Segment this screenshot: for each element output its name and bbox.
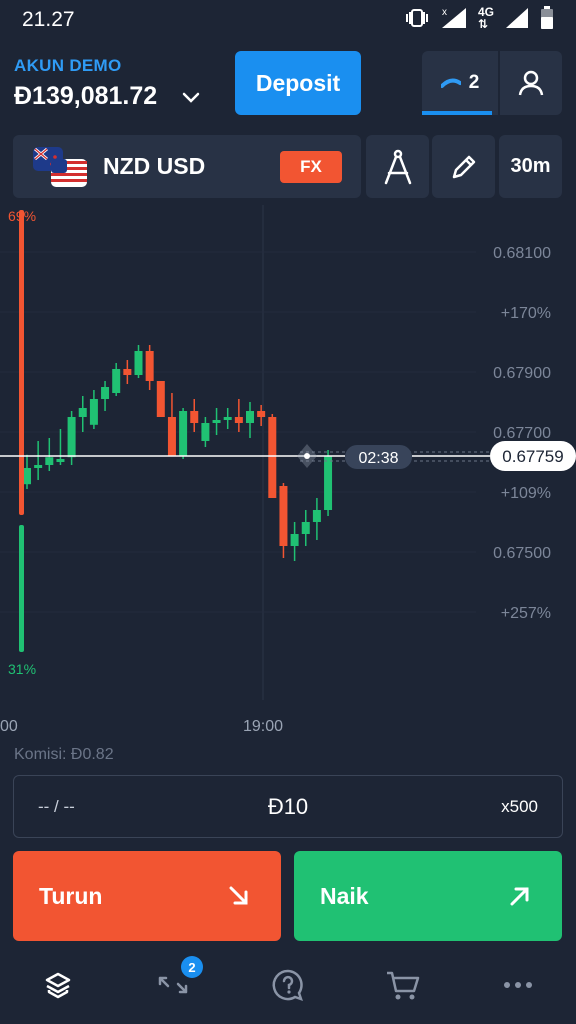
- commission-label: Komisi: Đ0.82: [14, 746, 114, 763]
- battery-icon: [541, 6, 553, 29]
- candle-up: [301, 522, 310, 534]
- arrow-down-right-icon: [229, 886, 248, 905]
- x-axis-label-1: 19:00: [243, 718, 283, 735]
- arrow-up-right-icon: [510, 887, 529, 906]
- trades-icon: [440, 78, 461, 88]
- candle-up: [34, 465, 43, 468]
- current-price-label: 0.67759: [502, 447, 563, 466]
- candle-down: [167, 417, 176, 456]
- y-axis-label: +170%: [501, 305, 551, 322]
- candle-down: [123, 369, 132, 375]
- bottom-navigation: [0, 955, 576, 1024]
- profile-button[interactable]: [500, 51, 562, 115]
- candle-up: [312, 510, 321, 522]
- countdown-label: 02:38: [358, 450, 398, 467]
- compass-icon: [384, 149, 411, 184]
- asset-type-badge: FX: [280, 151, 342, 183]
- sentiment-bar-sell: [19, 210, 24, 515]
- network-type: 4G ⇅: [477, 5, 494, 31]
- investment-amount: Đ10: [267, 794, 309, 819]
- candle-up: [89, 399, 98, 425]
- x-axis-label-0: 00: [0, 718, 18, 735]
- amount-input[interactable]: -- / -- Đ10 x500: [13, 775, 563, 838]
- candle-down: [234, 417, 243, 423]
- nav-help[interactable]: [268, 965, 308, 1005]
- candle-up: [246, 411, 254, 423]
- price-chart[interactable]: 69% 31% 0.68100+170%0.679000.67700+109%0…: [0, 200, 576, 740]
- nav-market[interactable]: [383, 965, 423, 1005]
- candle-down: [156, 381, 165, 417]
- sentiment-buy-percent: 31%: [8, 661, 36, 677]
- currency-flags-icon: [33, 147, 87, 187]
- current-price-dot: [304, 453, 310, 459]
- more-icon: [504, 982, 532, 988]
- candle-up: [212, 420, 221, 423]
- svg-text:x: x: [442, 7, 447, 18]
- sentiment-sell-percent: 69%: [8, 208, 36, 224]
- candle-down: [279, 486, 288, 546]
- candle-up: [134, 351, 143, 375]
- indicators-button[interactable]: [432, 135, 495, 198]
- candle-up: [201, 423, 210, 441]
- candles: [23, 345, 333, 561]
- account-type-label: AKUN DEMO: [14, 56, 122, 75]
- deposit-button[interactable]: Deposit: [235, 51, 361, 115]
- y-axis-labels: 0.68100 +170% 0.67900 0.67700 +109% 0.67500 +2…: [493, 245, 551, 622]
- drawing-tools-button[interactable]: [366, 135, 429, 198]
- chevron-down-icon[interactable]: [180, 86, 202, 108]
- candle-up: [101, 387, 110, 399]
- open-trades-button[interactable]: 2: [422, 51, 498, 115]
- help-icon: [272, 969, 303, 1001]
- asset-name: NZD USD: [103, 153, 206, 179]
- y-axis-label: 0.68100: [493, 245, 551, 262]
- vibrate-icon: [405, 9, 428, 27]
- status-icons: x 4G ⇅: [404, 6, 554, 30]
- open-trades-count: 2: [468, 72, 480, 93]
- timeframe-button[interactable]: 30m: [499, 135, 562, 198]
- candle-up: [78, 408, 87, 417]
- buy-up-label: Naik: [320, 883, 369, 909]
- candle-down: [145, 351, 154, 381]
- y-axis-label: +257%: [501, 605, 551, 622]
- candle-up: [324, 456, 333, 510]
- candle-up: [223, 417, 232, 420]
- account-balance[interactable]: Đ139,081.72: [14, 82, 157, 111]
- sentiment-bar-buy: [19, 525, 24, 652]
- current-price-line-group: 02:38 0.67759: [0, 441, 576, 471]
- candle-up: [67, 417, 76, 458]
- timeframe-label: 30m: [510, 155, 551, 177]
- candle-up: [45, 457, 54, 465]
- cart-icon: [387, 971, 420, 1000]
- candle-up: [56, 459, 65, 462]
- candle-up: [112, 369, 121, 393]
- sell-down-label: Turun: [39, 883, 103, 909]
- candle-down: [257, 411, 266, 417]
- y-axis-label: 0.67700: [493, 425, 551, 442]
- active-tab-indicator: [422, 111, 492, 115]
- sell-down-button[interactable]: Turun: [13, 851, 281, 941]
- signal-icon: x: [441, 7, 466, 28]
- nav-more[interactable]: [498, 965, 538, 1005]
- y-axis-label: +109%: [501, 485, 551, 502]
- buy-up-button[interactable]: Naik: [294, 851, 562, 941]
- candle-up: [290, 534, 299, 546]
- asset-selector[interactable]: NZD USD FX: [13, 135, 361, 198]
- user-icon: [518, 70, 544, 96]
- candle-up: [23, 468, 31, 485]
- candle-down: [268, 417, 277, 498]
- candle-up: [179, 411, 188, 456]
- status-bar: 21.27 x 4G ⇅: [0, 0, 576, 40]
- candle-down: [190, 411, 199, 423]
- multiplier-label[interactable]: x500: [501, 797, 538, 817]
- layers-icon: [45, 972, 71, 999]
- y-axis-label: 0.67500: [493, 545, 551, 562]
- nav-trade[interactable]: [38, 965, 78, 1005]
- app-screen: 21.27 x 4G ⇅ AKUN DEMO Đ139,081.72 Depos…: [0, 0, 576, 1024]
- pencil-icon: [452, 155, 475, 178]
- signal-strength-icon: [506, 8, 528, 28]
- y-axis-label: 0.67900: [493, 365, 551, 382]
- status-time: 21.27: [22, 8, 75, 31]
- trades-count-badge: 2: [181, 956, 203, 978]
